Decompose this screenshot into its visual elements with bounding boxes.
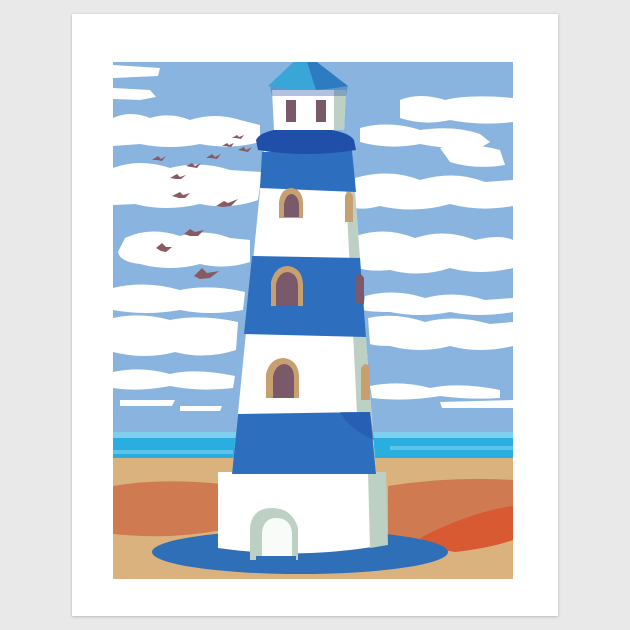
cloud-icon xyxy=(120,400,175,406)
lantern-room xyxy=(270,86,348,130)
cloud-icon xyxy=(356,231,513,274)
canvas-background xyxy=(0,0,630,630)
window xyxy=(345,192,353,222)
tower-base xyxy=(218,472,388,560)
window xyxy=(355,274,364,304)
window xyxy=(361,364,370,400)
cloud-icon xyxy=(180,406,222,411)
window xyxy=(273,364,294,398)
lighthouse-artwork xyxy=(113,62,513,579)
cloud-icon xyxy=(113,315,238,356)
window xyxy=(276,272,298,306)
cloud-icon xyxy=(400,96,513,124)
